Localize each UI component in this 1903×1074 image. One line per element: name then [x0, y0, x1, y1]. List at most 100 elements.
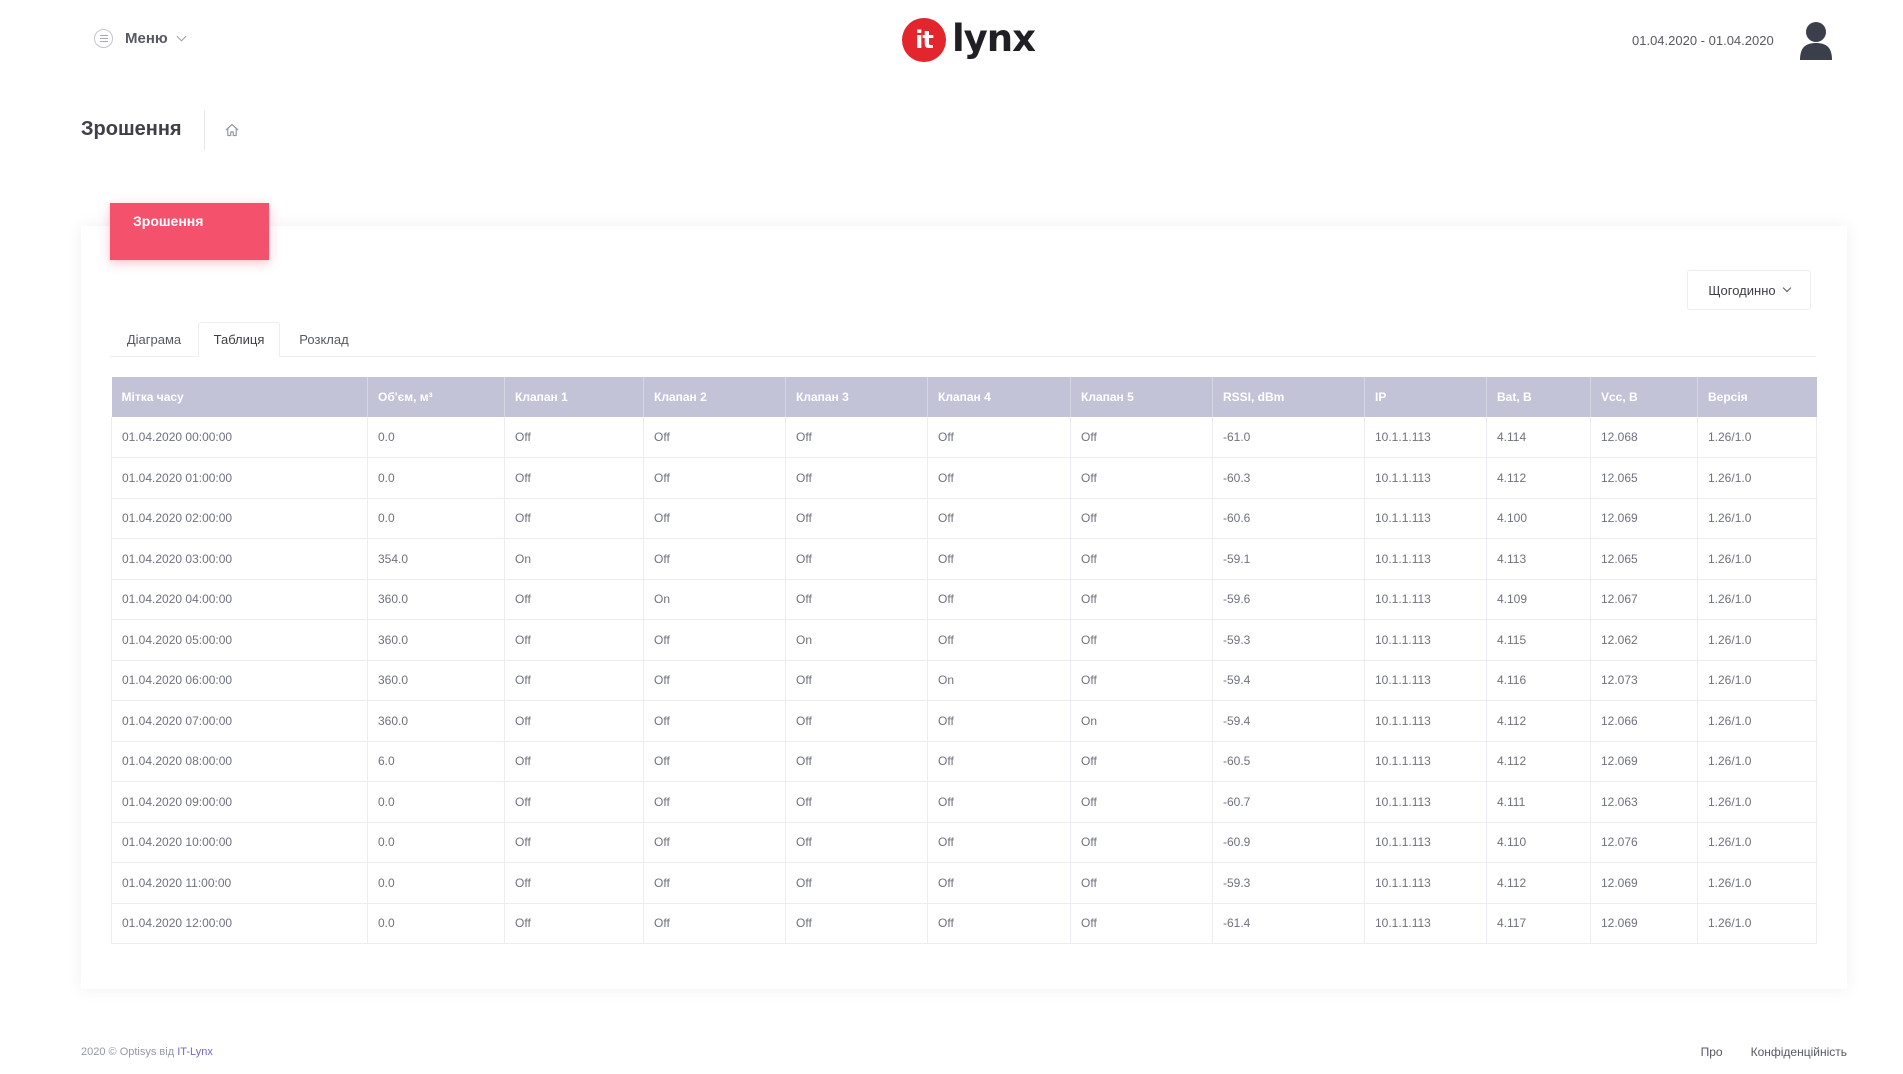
table-cell: Off: [927, 619, 1071, 661]
table-cell: 01.04.2020 12:00:00: [111, 903, 368, 944]
table-cell: Off: [785, 700, 928, 742]
table-cell: Off: [504, 457, 644, 499]
table-cell: Off: [504, 862, 644, 904]
column-header[interactable]: Клапан 1: [504, 377, 644, 417]
portlet-title-ribbon: Зрошення: [110, 203, 269, 260]
column-header[interactable]: RSSI, dBm: [1212, 377, 1365, 417]
footer-link-privacy[interactable]: Конфіденційність: [1751, 1045, 1847, 1059]
table-cell: Off: [927, 498, 1071, 539]
table-cell: -60.3: [1212, 457, 1365, 499]
table-cell: Off: [785, 498, 928, 539]
column-header[interactable]: Мітка часу: [111, 377, 368, 417]
table-cell: Off: [504, 619, 644, 661]
table-cell: 12.067: [1590, 579, 1698, 620]
table-cell: 4.117: [1486, 903, 1591, 944]
table-cell: 0.0: [367, 498, 505, 539]
column-header[interactable]: Клапан 4: [927, 377, 1071, 417]
table-cell: 4.112: [1486, 700, 1591, 742]
main-menu-toggle[interactable]: Меню: [94, 29, 187, 48]
table-cell: 01.04.2020 06:00:00: [111, 660, 368, 701]
period-select-value: Щогодинно: [1708, 282, 1776, 298]
table-cell: 4.111: [1486, 781, 1591, 823]
brand-logo[interactable]: it lynx: [902, 18, 1036, 62]
page-title: Зрошення: [81, 118, 182, 140]
table-cell: 12.068: [1590, 417, 1698, 458]
table-cell: Off: [785, 538, 928, 580]
table-cell: 4.109: [1486, 579, 1591, 620]
table-cell: -59.1: [1212, 538, 1365, 580]
table-cell: 0.0: [367, 417, 505, 458]
table-cell: 1.26/1.0: [1697, 498, 1817, 539]
table-row: 01.04.2020 09:00:00 0.0 Off Off Off Off Off -60…: [111, 781, 1817, 823]
table-cell: 1.26/1.0: [1697, 457, 1817, 499]
table-cell: 4.112: [1486, 862, 1591, 904]
table-cell: Off: [643, 457, 786, 499]
home-icon[interactable]: [224, 122, 240, 138]
table-cell: 354.0: [367, 538, 505, 580]
column-header[interactable]: Vcc, В: [1590, 377, 1698, 417]
table-cell: 360.0: [367, 579, 505, 620]
table-cell: Off: [504, 700, 644, 742]
column-header[interactable]: Об'єм, м³: [367, 377, 505, 417]
table-cell: Off: [504, 903, 644, 944]
table-cell: Off: [1070, 741, 1213, 782]
table-cell: Off: [1070, 417, 1213, 458]
table-cell: On: [785, 619, 928, 661]
view-tabs: Діаграма Таблиця Розклад: [110, 322, 1816, 357]
table-cell: Off: [504, 660, 644, 701]
table-cell: Off: [643, 498, 786, 539]
table-cell: 01.04.2020 03:00:00: [111, 538, 368, 580]
table-cell: Off: [785, 417, 928, 458]
column-header[interactable]: IP: [1364, 377, 1487, 417]
table-cell: Off: [927, 538, 1071, 580]
footer-link-about[interactable]: Про: [1701, 1045, 1723, 1059]
table-cell: 0.0: [367, 781, 505, 823]
table-cell: 01.04.2020 11:00:00: [111, 862, 368, 904]
column-header[interactable]: Клапан 5: [1070, 377, 1213, 417]
column-header[interactable]: Bat, В: [1486, 377, 1591, 417]
table-cell: -59.6: [1212, 579, 1365, 620]
tab-table[interactable]: Таблиця: [198, 322, 280, 357]
table-cell: Off: [643, 538, 786, 580]
table-cell: 01.04.2020 02:00:00: [111, 498, 368, 539]
table-cell: 1.26/1.0: [1697, 700, 1817, 742]
company-link[interactable]: IT-Lynx: [177, 1046, 213, 1058]
table-cell: Off: [504, 822, 644, 863]
table-cell: 12.069: [1590, 862, 1698, 904]
period-select[interactable]: Щогодинно: [1687, 270, 1811, 310]
table-cell: -59.3: [1212, 862, 1365, 904]
table-cell: Off: [927, 822, 1071, 863]
table-cell: Off: [643, 781, 786, 823]
table-cell: 360.0: [367, 700, 505, 742]
table-cell: 4.112: [1486, 457, 1591, 499]
table-cell: 12.073: [1590, 660, 1698, 701]
table-cell: Off: [927, 417, 1071, 458]
table-cell: Off: [927, 457, 1071, 499]
column-header[interactable]: Клапан 3: [785, 377, 928, 417]
table-cell: 6.0: [367, 741, 505, 782]
table-cell: Off: [927, 700, 1071, 742]
column-header[interactable]: Клапан 2: [643, 377, 786, 417]
table-row: 01.04.2020 12:00:00 0.0 Off Off Off Off Off -61…: [111, 903, 1817, 944]
table-row: 01.04.2020 03:00:00 354.0 On Off Off Off Off -5…: [111, 538, 1817, 580]
table-cell: Off: [927, 862, 1071, 904]
table-cell: Off: [1070, 903, 1213, 944]
table-cell: 01.04.2020 09:00:00: [111, 781, 368, 823]
table-cell: 4.110: [1486, 822, 1591, 863]
tab-diagram[interactable]: Діаграма: [110, 322, 198, 357]
table-cell: Off: [1070, 538, 1213, 580]
date-range[interactable]: 01.04.2020 - 01.04.2020: [1632, 33, 1774, 48]
column-header[interactable]: Версія: [1697, 377, 1817, 417]
tab-schedule[interactable]: Розклад: [280, 322, 368, 357]
table-cell: 10.1.1.113: [1364, 781, 1487, 823]
table-cell: 01.04.2020 10:00:00: [111, 822, 368, 863]
table-cell: 01.04.2020 07:00:00: [111, 700, 368, 742]
footer-copyright: 2020 © Optisys від IT-Lynx: [81, 1046, 213, 1058]
table-cell: 10.1.1.113: [1364, 862, 1487, 904]
table-cell: -59.4: [1212, 660, 1365, 701]
table-cell: 12.076: [1590, 822, 1698, 863]
table-row: 01.04.2020 10:00:00 0.0 Off Off Off Off Off -60…: [111, 822, 1817, 863]
table-row: 01.04.2020 07:00:00 360.0 Off Off Off Off On -5…: [111, 700, 1817, 742]
user-avatar-icon[interactable]: [1798, 20, 1834, 60]
table-cell: 4.113: [1486, 538, 1591, 580]
